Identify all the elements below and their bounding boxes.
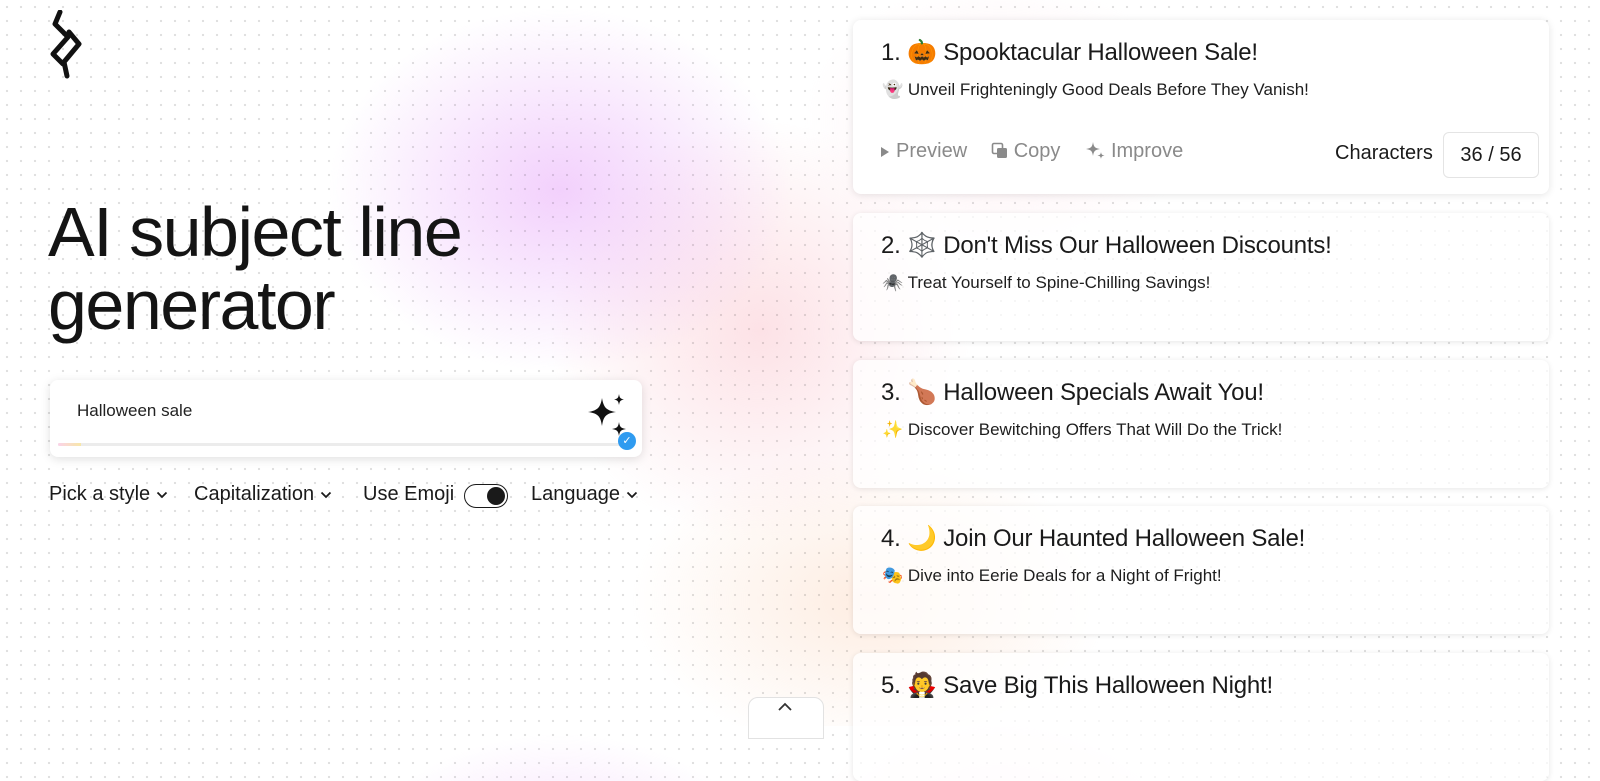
copy-label: Copy [1013,140,1061,162]
result-number: 5. [881,672,901,699]
result-card[interactable]: 3. 🍗 Halloween Specials Await You! ✨ Dis… [853,360,1549,488]
improve-label: Improve [1110,140,1184,162]
result-card[interactable]: 1. 🎃 Spooktacular Halloween Sale! 👻 Unve… [853,20,1549,194]
result-actions: Preview Copy Improve [879,140,1201,163]
improve-button[interactable]: Improve [1084,140,1183,163]
result-subtitle-text: Treat Yourself to Spine-Chilling Savings… [907,273,1211,292]
result-subtitle: ✨ Discover Bewitching Offers That Will D… [882,420,1282,440]
result-title: 1. 🎃 Spooktacular Halloween Sale! [881,38,1258,67]
play-icon [881,147,889,157]
drumstick-emoji-icon: 🍗 [907,379,937,406]
input-progress-bar [58,443,623,446]
result-title: 5. 🧛 Save Big This Halloween Night! [881,671,1273,700]
result-subtitle: 🎭 Dive into Eerie Deals for a Night of F… [882,566,1222,586]
sparkles-emoji-icon: ✨ [882,420,904,439]
result-number: 1. [881,39,901,66]
use-emoji-toggle[interactable] [464,484,508,508]
result-card[interactable]: 5. 🧛 Save Big This Halloween Night! [853,653,1549,781]
page-title-line-1: AI subject line [48,193,463,271]
masks-emoji-icon: 🎭 [882,566,904,585]
copy-icon [991,142,1007,158]
result-title: 4. 🌙 Join Our Haunted Halloween Sale! [881,524,1305,553]
crescent-moon-emoji-icon: 🌙 [907,525,937,552]
preview-label: Preview [896,140,968,162]
character-count: 36 / 56 [1443,132,1539,178]
sparkle-icon [1085,142,1105,159]
result-number: 3. [881,379,901,406]
result-card[interactable]: 2. 🕸️ Don't Miss Our Halloween Discounts… [853,213,1549,341]
language-dropdown-label: Language [531,483,620,505]
result-subtitle: 🕷️ Treat Yourself to Spine-Chilling Savi… [882,273,1210,293]
spider-emoji-icon: 🕷️ [882,273,904,292]
brand-logo-icon[interactable] [46,10,86,80]
toggle-knob [487,487,505,505]
scroll-up-tab[interactable] [748,697,824,739]
capitalization-dropdown[interactable]: Capitalization [194,483,332,506]
result-title-text: Spooktacular Halloween Sale! [943,39,1258,66]
result-title-text: Halloween Specials Await You! [943,379,1264,406]
result-number: 4. [881,525,901,552]
vampire-emoji-icon: 🧛 [907,672,937,699]
result-subtitle-text: Dive into Eerie Deals for a Night of Fri… [907,566,1222,585]
result-subtitle-text: Unveil Frighteningly Good Deals Before T… [907,80,1309,99]
language-dropdown[interactable]: Language [531,483,638,506]
result-title-text: Save Big This Halloween Night! [943,672,1273,699]
result-subtitle-text: Discover Bewitching Offers That Will Do … [907,420,1283,439]
result-title-text: Join Our Haunted Halloween Sale! [943,525,1306,552]
page-title-line-2: generator [48,266,336,344]
chevron-down-icon [626,491,638,498]
spider-web-emoji-icon: 🕸️ [907,232,937,259]
result-subtitle: 👻 Unveil Frighteningly Good Deals Before… [882,80,1309,100]
result-title: 3. 🍗 Halloween Specials Await You! [881,378,1264,407]
chevron-down-icon [157,491,168,498]
result-title-text: Don't Miss Our Halloween Discounts! [943,232,1332,259]
copy-button[interactable]: Copy [991,140,1061,163]
input-progress-fill [58,443,81,446]
result-number: 2. [881,232,901,259]
chevron-down-icon [320,491,332,498]
verified-check-icon: ✓ [618,432,636,450]
page-title: AI subject line generator [48,193,463,344]
ghost-emoji-icon: 👻 [882,80,904,99]
topic-input-box[interactable]: Halloween sale ✓ [50,380,642,457]
pumpkin-emoji-icon: 🎃 [907,39,937,66]
characters-label: Characters [1335,142,1433,164]
result-card[interactable]: 4. 🌙 Join Our Haunted Halloween Sale! 🎭 … [853,506,1549,634]
topic-input[interactable]: Halloween sale [77,401,192,421]
chevron-up-icon [778,702,792,711]
result-title: 2. 🕸️ Don't Miss Our Halloween Discounts… [881,231,1332,260]
capitalization-dropdown-label: Capitalization [194,483,315,505]
style-dropdown[interactable]: Pick a style [49,483,168,506]
preview-button[interactable]: Preview [879,140,967,163]
style-dropdown-label: Pick a style [49,483,151,505]
use-emoji-label: Use Emoji [363,483,455,505]
